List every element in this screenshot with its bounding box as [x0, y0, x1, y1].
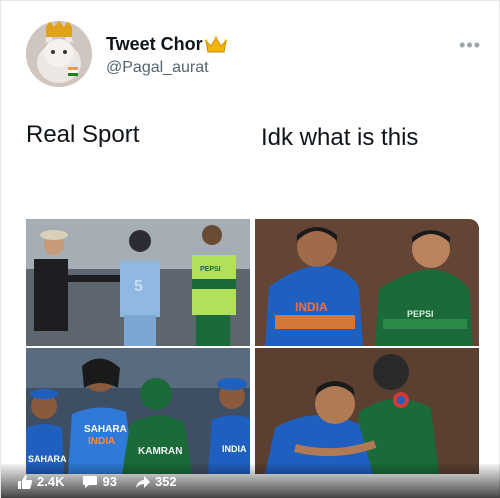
- media-grid[interactable]: 5 PEPSI INDIA PEPSI SAHARA SAHARA INDIA …: [26, 219, 479, 474]
- tweet-card: Tweet Chor @Pagal_aurat ••• Real Sport I…: [0, 0, 500, 498]
- user-handle[interactable]: @Pagal_aurat: [106, 59, 209, 77]
- photo-rohit-babar[interactable]: INDIA PEPSI: [255, 219, 479, 346]
- crown-icon: [204, 36, 227, 52]
- comment-count: 93: [102, 474, 117, 489]
- jersey-text-4: SAHARA: [28, 454, 67, 464]
- svg-text:5: 5: [134, 278, 143, 295]
- share-arrow-icon: [135, 475, 150, 488]
- photo-handshake[interactable]: 5 PEPSI: [26, 219, 250, 346]
- jersey-text-5: SAHARA: [84, 424, 127, 435]
- jersey-text-8: INDIA: [222, 444, 247, 454]
- like-stat[interactable]: 2.4K: [17, 474, 64, 490]
- jersey-text-1: PEPSI: [200, 266, 221, 273]
- photo-india-team[interactable]: SAHARA SAHARA INDIA KAMRAN INDIA: [26, 348, 250, 474]
- name-row: Tweet Chor: [106, 34, 227, 55]
- jersey-text-6: INDIA: [88, 436, 115, 447]
- share-stat[interactable]: 352: [135, 474, 177, 490]
- display-name[interactable]: Tweet Chor: [106, 34, 203, 55]
- comment-icon: [83, 475, 98, 488]
- caption-left: Real Sport: [26, 121, 140, 148]
- avatar[interactable]: [26, 21, 92, 87]
- caption-right: Idk what is this: [261, 124, 419, 151]
- jersey-text-2: INDIA: [295, 300, 328, 314]
- like-count: 2.4K: [37, 474, 65, 489]
- jersey-text-3: PEPSI: [407, 309, 434, 319]
- share-count: 352: [154, 474, 177, 489]
- more-options-icon[interactable]: •••: [459, 35, 481, 56]
- comment-stat[interactable]: 93: [82, 474, 117, 490]
- thumbs-up-icon: [18, 474, 33, 489]
- tweet-header: Tweet Chor @Pagal_aurat •••: [26, 21, 481, 87]
- engagement-bar: 2.4K 93 352: [1, 464, 500, 498]
- jersey-text-7: KAMRAN: [138, 446, 182, 457]
- photo-hug[interactable]: [255, 348, 479, 474]
